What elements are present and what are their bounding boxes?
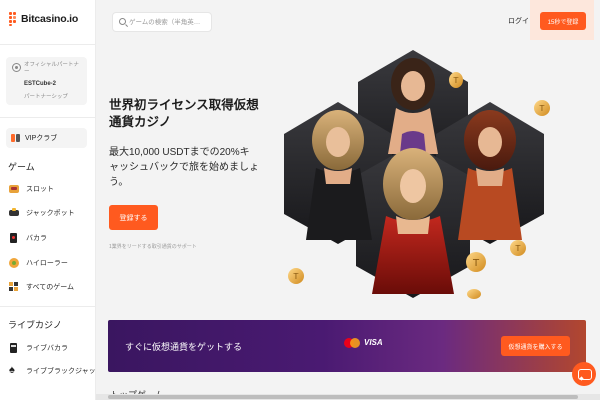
svg-text:T: T [515, 244, 521, 253]
sidebar-item-label: スロット [26, 186, 54, 193]
sidebar-item-live-blackjack[interactable]: ライブブラックジャック [9, 364, 96, 378]
sidebar-item-label: バカラ [26, 235, 47, 242]
divider [0, 44, 95, 45]
coin-icon [467, 289, 481, 299]
search-input[interactable] [129, 16, 211, 29]
coin-icon: T [466, 252, 486, 272]
mastercard-icon [344, 338, 360, 348]
hero-illustration: T T T T T [284, 50, 550, 299]
buy-crypto-banner: すぐに仮想通貨をゲットする VISA 仮想通貨を購入する [108, 320, 586, 372]
sidebar-item-vip-club[interactable]: VIPクラブ [6, 128, 87, 148]
hero-subtitle: 最大10,000 USDTまでの20%キャッシュバックで旅を始めましょう。 [109, 147, 259, 188]
sidebar-item-jackpot[interactable]: ジャックポット [9, 206, 75, 220]
partner-card[interactable]: オフィシャルパートナー ESTCube-2 パートナーシップ [6, 57, 87, 105]
partner-sub: パートナーシップ [24, 94, 68, 100]
chat-button[interactable] [572, 362, 596, 386]
face [400, 169, 426, 203]
buy-crypto-button[interactable]: 仮想通貨を購入する [501, 336, 570, 356]
sidebar-item-label: ジャックポット [26, 210, 75, 217]
sidebar: Bitcasino.io オフィシャルパートナー ESTCube-2 パートナー… [0, 0, 96, 400]
sidebar-item-label: ハイローラー [26, 260, 68, 267]
face [326, 127, 350, 157]
scrollbar-thumb[interactable] [108, 395, 578, 399]
sidebar-item-label: すべてのゲーム [26, 284, 75, 291]
coin-icon: T [449, 72, 463, 88]
banner-text: すぐに仮想通貨をゲットする [125, 342, 243, 352]
coin-icon: T [534, 100, 550, 116]
partner-label: オフィシャルパートナー [24, 62, 79, 75]
svg-text:T: T [453, 76, 459, 85]
slot-icon [9, 184, 19, 194]
sidebar-item-label: ライブブラックジャック [26, 368, 96, 375]
search-box[interactable] [112, 12, 212, 32]
live-casino-section-title: ライブカジノ [8, 320, 62, 330]
divider [0, 306, 95, 307]
sidebar-item-label: ライブバカラ [26, 345, 68, 352]
divider [0, 117, 95, 118]
bitcasino-logo-icon [9, 12, 17, 26]
all-games-icon [9, 282, 19, 292]
svg-text:T: T [293, 272, 299, 281]
live-baccarat-icon [9, 343, 19, 353]
register-button[interactable]: 登録する [109, 205, 158, 230]
search-icon [119, 18, 126, 25]
face [401, 71, 425, 101]
sidebar-item-highroller[interactable]: ハイローラー [9, 256, 68, 270]
hero-note: 1業界をリードする取引通貨のサポート [109, 244, 197, 250]
signup-highlight: 15秒で登録 [530, 0, 594, 40]
vip-label: VIPクラブ [25, 135, 58, 142]
sidebar-item-slots[interactable]: スロット [9, 182, 54, 196]
svg-text:T: T [472, 258, 480, 269]
coin-icon: T [510, 240, 526, 256]
partner-icon [12, 63, 21, 72]
horizontal-scrollbar[interactable] [96, 394, 600, 400]
spade-icon [9, 364, 19, 376]
jackpot-icon [9, 208, 19, 218]
main-content: ログイン 15秒で登録 世界初ライセンス取得仮想通貨カジノ 最大10,000 U… [96, 0, 600, 400]
signup-button[interactable]: 15秒で登録 [540, 12, 586, 30]
visa-icon: VISA [364, 338, 383, 347]
baccarat-icon [9, 233, 19, 243]
sidebar-item-live-baccarat[interactable]: ライブバカラ [9, 341, 68, 355]
sidebar-item-baccarat[interactable]: バカラ [9, 231, 47, 245]
coin-icon: T [288, 268, 304, 284]
face [478, 127, 502, 157]
vip-icon [11, 133, 21, 143]
hero-title: 世界初ライセンス取得仮想通貨カジノ [109, 98, 259, 129]
brand-name: Bitcasino.io [21, 13, 79, 25]
games-section-title: ゲーム [8, 162, 35, 172]
highroller-icon [9, 258, 19, 268]
logo[interactable]: Bitcasino.io [9, 11, 78, 27]
sidebar-item-all-games[interactable]: すべてのゲーム [9, 280, 74, 294]
svg-text:T: T [539, 104, 545, 113]
partner-name: ESTCube-2 [24, 81, 57, 87]
